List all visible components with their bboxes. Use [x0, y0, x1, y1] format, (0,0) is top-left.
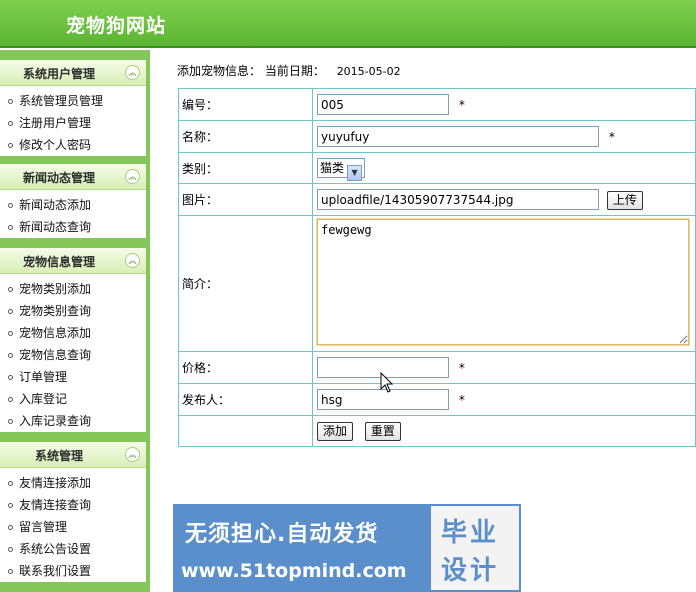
- bullet-icon: [8, 353, 13, 358]
- form-row-intro: 简介： fewgewg: [178, 215, 696, 352]
- bullet-icon: [8, 547, 13, 552]
- sidebar-item-message-manage[interactable]: 留言管理: [0, 516, 146, 538]
- required-mark: *: [458, 392, 465, 407]
- sidebar-item-pet-info-query[interactable]: 宠物信息查询: [0, 344, 146, 366]
- sidebar-item-pet-info-add[interactable]: 宠物信息添加: [0, 322, 146, 344]
- sidebar-item-user-manage[interactable]: 注册用户管理: [0, 112, 146, 134]
- watermark-badge-line1: 毕业: [441, 518, 500, 548]
- bullet-icon: [8, 225, 13, 230]
- mouse-cursor-icon: [380, 372, 394, 393]
- sidebar-item-notice-setting[interactable]: 系统公告设置: [0, 538, 146, 560]
- sidebar-group-pet: 宠物信息管理 ︽ 宠物类别添加 宠物类别查询 宠物信息添加 宠物信息查询 订单管…: [0, 248, 146, 432]
- form-row-category: 类别： 猫类 ▼: [178, 152, 696, 184]
- upload-button[interactable]: 上传: [606, 190, 643, 210]
- add-button[interactable]: 添加: [317, 421, 354, 441]
- sidebar-item-link-query[interactable]: 友情连接查询: [0, 494, 146, 516]
- date-label: 当前日期：: [264, 64, 325, 78]
- group-title: 系统管理: [34, 449, 83, 463]
- sidebar-item-news-add[interactable]: 新闻动态添加: [0, 194, 146, 216]
- required-mark: *: [608, 129, 615, 144]
- sidebar-group-news: 新闻动态管理 ︽ 新闻动态添加 新闻动态查询: [0, 164, 146, 238]
- form-row-actions: 添加 重置: [178, 415, 696, 447]
- watermark-badge-line2: 设计: [441, 556, 500, 586]
- chevron-down-icon[interactable]: ▼: [347, 165, 363, 181]
- image-path-input[interactable]: [317, 189, 599, 210]
- sidebar-item-pet-category-query[interactable]: 宠物类别查询: [0, 300, 146, 322]
- collapse-icon[interactable]: ︽: [125, 447, 140, 462]
- watermark-slogan: 无须担心.自动发货: [185, 522, 379, 547]
- sidebar-group-user: 系统用户管理 ︽ 系统管理员管理 注册用户管理 修改个人密码: [0, 60, 146, 156]
- sidebar-group-header[interactable]: 新闻动态管理 ︽: [0, 164, 146, 190]
- watermark-url: www.51topmind.com: [181, 560, 407, 582]
- sidebar-item-link-add[interactable]: 友情连接添加: [0, 472, 146, 494]
- id-input[interactable]: [317, 94, 449, 115]
- bullet-icon: [8, 121, 13, 126]
- group-title: 新闻动态管理: [22, 171, 95, 185]
- bullet-icon: [8, 503, 13, 508]
- form-row-image: 图片： 上传: [178, 183, 696, 216]
- sidebar-item-pet-category-add[interactable]: 宠物类别添加: [0, 278, 146, 300]
- group-title: 系统用户管理: [22, 67, 95, 81]
- watermark-banner: 无须担心.自动发货 www.51topmind.com 毕业 设计: [173, 504, 521, 592]
- sidebar-item-news-query[interactable]: 新闻动态查询: [0, 216, 146, 238]
- required-mark: *: [458, 360, 465, 375]
- sidebar-item-order-manage[interactable]: 订单管理: [0, 366, 146, 388]
- bullet-icon: [8, 309, 13, 314]
- form-row-name: 名称： *: [178, 120, 696, 153]
- sidebar-item-stock-register[interactable]: 入库登记: [0, 388, 146, 410]
- category-select[interactable]: 猫类 ▼: [317, 158, 366, 181]
- bullet-icon: [8, 143, 13, 148]
- collapse-icon[interactable]: ︽: [125, 169, 140, 184]
- watermark-badge: 毕业 设计: [431, 506, 519, 590]
- bullet-icon: [8, 287, 13, 292]
- intro-label: 简介：: [178, 215, 313, 352]
- collapse-icon[interactable]: ︽: [125, 253, 140, 268]
- sidebar-item-contact-setting[interactable]: 联系我们设置: [0, 560, 146, 582]
- image-label: 图片：: [178, 183, 313, 216]
- form-row-price: 价格： *: [178, 351, 696, 384]
- bullet-icon: [8, 397, 13, 402]
- id-label: 编号：: [178, 88, 313, 121]
- name-label: 名称：: [178, 120, 313, 153]
- publisher-label: 发布人：: [178, 383, 313, 416]
- header-banner: 宠物狗网站: [0, 0, 696, 48]
- current-date: 2015-05-02: [336, 65, 401, 78]
- bullet-icon: [8, 99, 13, 104]
- collapse-icon[interactable]: ︽: [125, 65, 140, 80]
- intro-textarea[interactable]: fewgewg: [316, 218, 690, 346]
- bullet-icon: [8, 481, 13, 486]
- sidebar: 系统用户管理 ︽ 系统管理员管理 注册用户管理 修改个人密码 新闻动态管理 ︽ …: [0, 50, 150, 592]
- bullet-icon: [8, 525, 13, 530]
- price-label: 价格：: [178, 351, 313, 384]
- sidebar-group-header[interactable]: 系统用户管理 ︽: [0, 60, 146, 86]
- bullet-icon: [8, 331, 13, 336]
- sidebar-group-header[interactable]: 宠物信息管理 ︽: [0, 248, 146, 274]
- pet-form: 编号： * 名称： * 类别： 猫类▼ 图片： 上传: [178, 88, 696, 447]
- form-row-id: 编号： *: [178, 88, 696, 121]
- required-mark: *: [458, 97, 465, 112]
- category-label: 类别：: [178, 152, 313, 184]
- page-title: 添加宠物信息：: [177, 64, 262, 78]
- site-title: 宠物狗网站: [66, 15, 167, 37]
- sidebar-item-change-password[interactable]: 修改个人密码: [0, 134, 146, 156]
- reset-button[interactable]: 重置: [364, 421, 401, 441]
- sidebar-item-admin-manage[interactable]: 系统管理员管理: [0, 90, 146, 112]
- form-row-publisher: 发布人： *: [178, 383, 696, 416]
- sidebar-group-system: 系统管理 ︽ 友情连接添加 友情连接查询 留言管理 系统公告设置 联系我们设置: [0, 442, 146, 582]
- name-input[interactable]: [317, 126, 599, 147]
- bullet-icon: [8, 203, 13, 208]
- sidebar-item-stock-query[interactable]: 入库记录查询: [0, 410, 146, 432]
- group-title: 宠物信息管理: [22, 255, 95, 269]
- page-info: 添加宠物信息： 当前日期： 2015-05-02: [177, 62, 401, 79]
- sidebar-group-header[interactable]: 系统管理 ︽: [0, 442, 146, 468]
- bullet-icon: [8, 569, 13, 574]
- bullet-icon: [8, 375, 13, 380]
- category-selected-value: 猫类: [320, 161, 345, 175]
- bullet-icon: [8, 419, 13, 424]
